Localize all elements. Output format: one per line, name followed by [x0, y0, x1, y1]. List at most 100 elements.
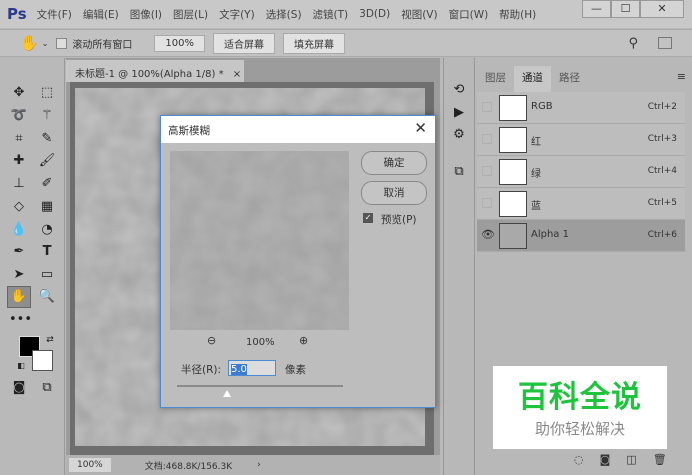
status-doc-size: 文档:468.8K/156.3K: [144, 461, 233, 472]
trash-icon[interactable]: 🗑: [653, 453, 667, 466]
channel-row-red[interactable]: 红 Ctrl+3: [477, 124, 685, 156]
menu-help[interactable]: 帮助(H): [499, 7, 536, 22]
dodge-tool-icon[interactable]: ◔: [37, 220, 57, 240]
swap-colors-icon[interactable]: ⇄: [40, 330, 60, 350]
device-preview-icon[interactable]: ⧉: [449, 162, 469, 182]
visibility-toggle[interactable]: [482, 198, 492, 208]
preview-checkbox[interactable]: ✓: [363, 213, 373, 223]
cancel-button[interactable]: 取消: [361, 181, 427, 205]
menu-filter[interactable]: 滤镜(T): [313, 7, 349, 22]
watermark-title: 百科全说: [518, 380, 642, 415]
close-button[interactable]: ✕: [640, 0, 684, 18]
menu-layer[interactable]: 图层(L): [173, 7, 208, 22]
ok-button[interactable]: 确定: [361, 151, 427, 175]
menu-image[interactable]: 图像(I): [130, 7, 162, 22]
stamp-tool-icon[interactable]: ⊥: [9, 174, 29, 194]
zoom-tool-icon[interactable]: 🔍: [37, 287, 57, 307]
radius-label: 半径(R):: [181, 364, 222, 376]
crop-tool-icon[interactable]: ⌗: [9, 129, 29, 149]
channel-thumbnail: [499, 95, 527, 121]
visibility-toggle[interactable]: [482, 102, 492, 112]
menu-window[interactable]: 窗口(W): [449, 7, 489, 22]
dialog-title: 高斯模糊: [168, 125, 210, 137]
channel-shortcut: Ctrl+3: [647, 134, 677, 144]
radius-slider-track[interactable]: [177, 385, 343, 387]
preview-image[interactable]: [170, 151, 349, 330]
screen-mode-icon[interactable]: ⧉: [37, 378, 57, 398]
default-colors-icon[interactable]: ◧: [11, 356, 31, 376]
zoom-out-icon[interactable]: ⊖: [207, 334, 216, 347]
gradient-tool-icon[interactable]: ▦: [37, 197, 57, 217]
channel-shortcut: Ctrl+2: [647, 102, 677, 112]
load-selection-icon[interactable]: ◌: [574, 453, 584, 466]
preview-label: 预览(P): [381, 214, 417, 226]
eraser-tool-icon[interactable]: ◇: [9, 197, 29, 217]
save-selection-icon[interactable]: ◙: [600, 453, 611, 466]
panel-menu-icon[interactable]: ≡: [677, 66, 686, 92]
menu-3d[interactable]: 3D(D): [359, 8, 390, 20]
blur-tool-icon[interactable]: 💧: [9, 220, 29, 240]
channel-thumbnail: [499, 127, 527, 153]
channel-thumbnail: [499, 223, 527, 249]
fill-screen-button[interactable]: 填充屏幕: [282, 32, 345, 54]
hand-tool-icon[interactable]: ✋: [7, 286, 31, 308]
status-arrow-icon[interactable]: ›: [257, 460, 261, 470]
history-icon[interactable]: ⟲: [449, 80, 469, 100]
minimize-button[interactable]: —: [582, 0, 611, 18]
visibility-toggle[interactable]: [482, 134, 492, 144]
menu-file[interactable]: 文件(F): [37, 7, 72, 22]
workspace-icon[interactable]: [658, 37, 672, 49]
channel-row-blue[interactable]: 蓝 Ctrl+5: [477, 188, 685, 220]
type-tool-icon[interactable]: T: [37, 242, 57, 262]
properties-icon[interactable]: ⚙: [449, 125, 469, 145]
maximize-button[interactable]: ☐: [611, 0, 640, 18]
channel-thumbnail: [499, 159, 527, 185]
menu-edit[interactable]: 编辑(E): [83, 7, 119, 22]
scroll-all-label: 滚动所有窗口: [72, 39, 133, 51]
quick-mask-icon[interactable]: ◙: [9, 378, 29, 398]
document-tab[interactable]: 未标题-1 @ 100%(Alpha 1/8) * ×: [66, 60, 244, 82]
hand-tool-icon[interactable]: ✋: [20, 34, 39, 52]
fit-screen-button[interactable]: 适合屏幕: [212, 32, 275, 54]
search-icon[interactable]: ⚲: [628, 36, 638, 51]
tools-panel: ✥ ⬚ ➰ ⚚ ⌗ ✎ ✚ 🖌 ⊥ ✐ ◇ ▦ 💧 ◔ ✒ T ➤ ▭ ✋ 🔍 …: [0, 58, 65, 475]
brush-tool-icon[interactable]: 🖌: [37, 151, 57, 171]
menu-view[interactable]: 视图(V): [401, 7, 437, 22]
rectangle-tool-icon[interactable]: ▭: [37, 265, 57, 285]
document-tab-title: 未标题-1 @ 100%(Alpha 1/8) *: [75, 69, 224, 80]
zoom-100-button[interactable]: 100%: [154, 34, 205, 52]
tab-channels[interactable]: 通道: [514, 66, 551, 92]
tab-paths[interactable]: 路径: [551, 66, 588, 92]
move-tool-icon[interactable]: ✥: [9, 83, 29, 103]
actions-play-icon[interactable]: ▶: [449, 103, 469, 123]
eye-icon[interactable]: 👁: [481, 228, 495, 241]
magic-wand-tool-icon[interactable]: ⚚: [37, 106, 57, 126]
more-tools-icon[interactable]: •••: [9, 310, 32, 330]
healing-tool-icon[interactable]: ✚: [9, 151, 29, 171]
path-select-tool-icon[interactable]: ➤: [9, 265, 29, 285]
zoom-in-icon[interactable]: ⊕: [299, 334, 308, 347]
channel-row-alpha1[interactable]: 👁 Alpha 1 Ctrl+6: [477, 220, 685, 252]
chevron-down-icon[interactable]: ⌄: [42, 39, 49, 48]
menu-type[interactable]: 文字(Y): [219, 7, 255, 22]
radius-input[interactable]: 5.0: [228, 360, 276, 376]
visibility-toggle[interactable]: [482, 166, 492, 176]
radius-slider-handle[interactable]: [222, 390, 231, 397]
eyedropper-tool-icon[interactable]: ✎: [37, 129, 57, 149]
tab-close-icon[interactable]: ×: [233, 69, 241, 80]
tab-layers[interactable]: 图层: [477, 66, 514, 92]
status-bar: 100% 文档:468.8K/156.3K ›: [66, 455, 440, 475]
lasso-tool-icon[interactable]: ➰: [9, 106, 29, 126]
background-color-swatch[interactable]: [32, 350, 53, 371]
marquee-tool-icon[interactable]: ⬚: [37, 83, 57, 103]
dialog-close-icon[interactable]: ✕: [414, 119, 427, 137]
status-zoom[interactable]: 100%: [69, 458, 111, 472]
history-brush-tool-icon[interactable]: ✐: [37, 174, 57, 194]
new-channel-icon[interactable]: ◫: [626, 453, 636, 466]
channel-row-green[interactable]: 绿 Ctrl+4: [477, 156, 685, 188]
channel-row-rgb[interactable]: RGB Ctrl+2: [477, 92, 685, 124]
scroll-all-checkbox[interactable]: [56, 37, 68, 49]
menu-select[interactable]: 选择(S): [266, 7, 302, 22]
watermark-subtitle: 助你轻松解决: [534, 420, 625, 438]
pen-tool-icon[interactable]: ✒: [9, 242, 29, 262]
